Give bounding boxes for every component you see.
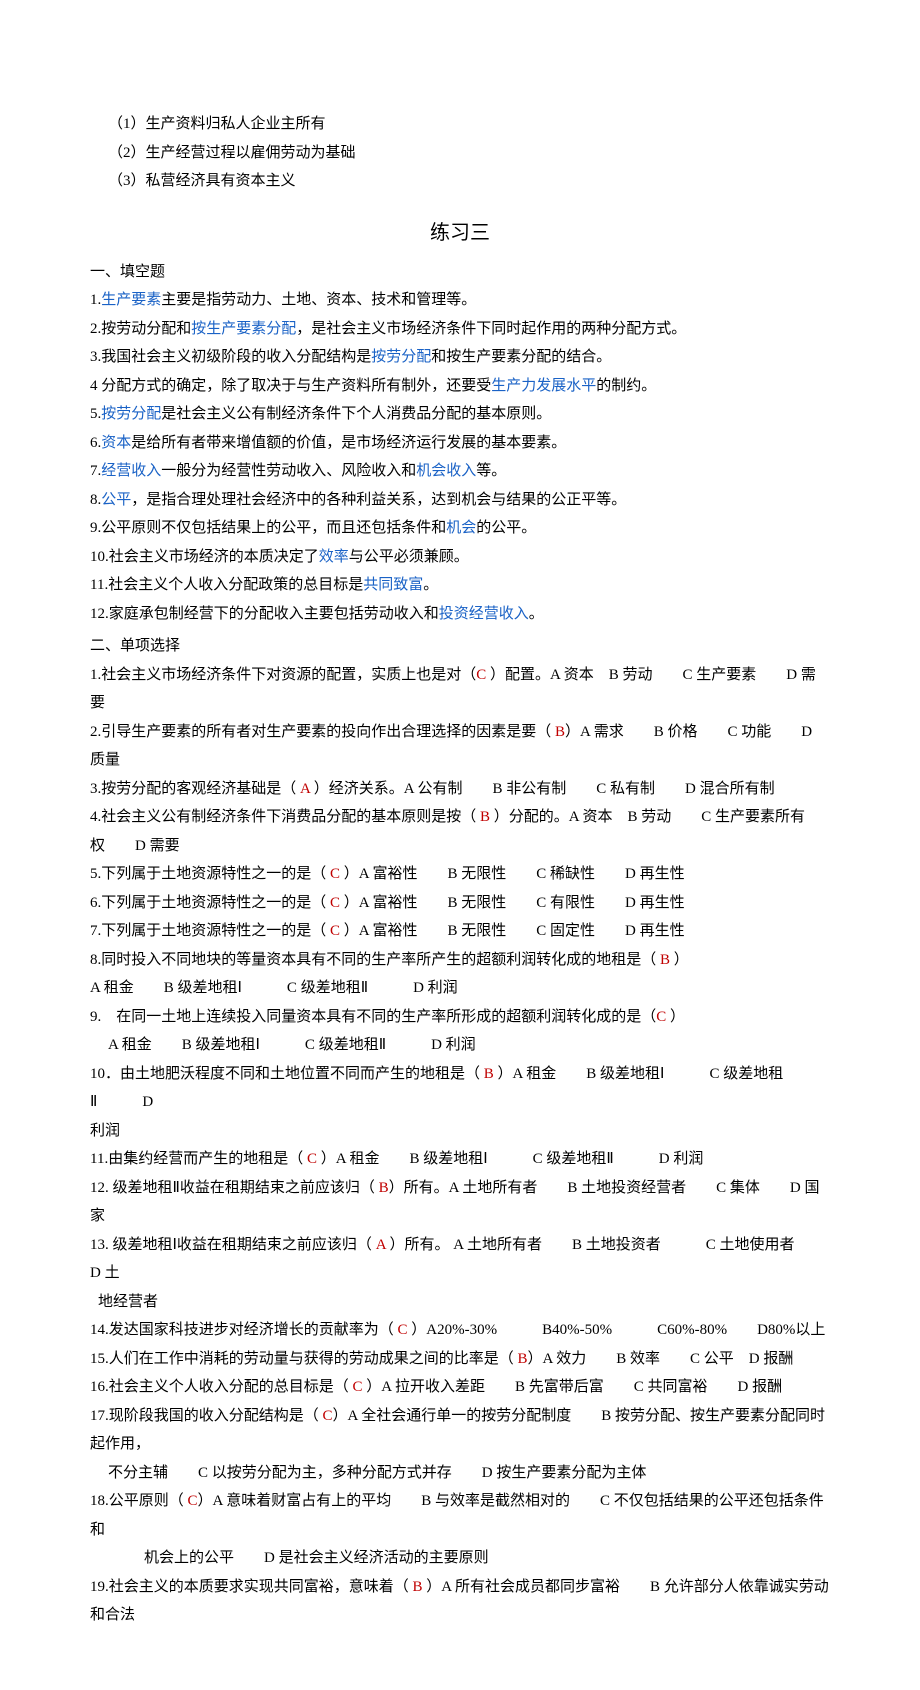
fill-blank-item: 12.家庭承包制经营下的分配收入主要包括劳动收入和投资经营收入。 <box>90 600 830 629</box>
list-item: （1）生产资料归私人企业主所有 <box>108 110 830 139</box>
mc-continuation: 不分主辅 C 以按劳分配为主，多种分配方式并存 D 按生产要素分配为主体 <box>90 1459 830 1488</box>
mc-question: 7.下列属于土地资源特性之一的是（ C ）A 富裕性 B 无限性 C 固定性 D… <box>90 917 830 946</box>
mc-question: 14.发达国家科技进步对经济增长的贡献率为（ C ）A20%-30% B40%-… <box>90 1316 830 1345</box>
fill-blank-item: 7.经营收入一般分为经营性劳动收入、风险收入和机会收入等。 <box>90 457 830 486</box>
fill-blank-item: 10.社会主义市场经济的本质决定了效率与公平必须兼顾。 <box>90 543 830 572</box>
fill-blank-item: 2.按劳动分配和按生产要素分配，是社会主义市场经济条件下同时起作用的两种分配方式… <box>90 315 830 344</box>
mc-continuation: 机会上的公平 D 是社会主义经济活动的主要原则 <box>90 1544 830 1573</box>
mc-question: 17.现阶段我国的收入分配结构是（ C）A 全社会通行单一的按劳分配制度 B 按… <box>90 1402 830 1459</box>
fill-blank-item: 4 分配方式的确定，除了取决于与生产资料所有制外，还要受生产力发展水平的制约。 <box>90 372 830 401</box>
mc-question: 1.社会主义市场经济条件下对资源的配置，实质上也是对（C ）配置。A 资本 B … <box>90 661 830 718</box>
mc-question: 15.人们在工作中消耗的劳动量与获得的劳动成果之间的比率是（ B）A 效力 B … <box>90 1345 830 1374</box>
fill-blank-item: 8.公平，是指合理处理社会经济中的各种利益关系，达到机会与结果的公正平等。 <box>90 486 830 515</box>
mc-question: 2.引导生产要素的所有者对生产要素的投向作出合理选择的因素是要（ B）A 需求 … <box>90 718 830 775</box>
mc-question: 5.下列属于土地资源特性之一的是（ C ）A 富裕性 B 无限性 C 稀缺性 D… <box>90 860 830 889</box>
fill-blank-item: 9.公平原则不仅包括结果上的公平，而且还包括条件和机会的公平。 <box>90 514 830 543</box>
mc-question: 3.按劳分配的客观经济基础是（ A ）经济关系。A 公有制 B 非公有制 C 私… <box>90 775 830 804</box>
mc-question: 12. 级差地租Ⅱ收益在租期结束之前应该归（ B）所有。A 土地所有者 B 土地… <box>90 1174 830 1231</box>
section-heading: 二、单项选择 <box>90 632 830 661</box>
mc-options: A 租金 B 级差地租Ⅰ C 级差地租Ⅱ D 利润 <box>90 974 830 1003</box>
section-heading: 一、填空题 <box>90 258 830 287</box>
mc-question: 8.同时投入不同地块的等量资本具有不同的生产率所产生的超额利润转化成的地租是（ … <box>90 946 830 975</box>
mc-question: 6.下列属于土地资源特性之一的是（ C ）A 富裕性 B 无限性 C 有限性 D… <box>90 889 830 918</box>
fill-blank-item: 6.资本是给所有者带来增值额的价值，是市场经济运行发展的基本要素。 <box>90 429 830 458</box>
mc-question: 4.社会主义公有制经济条件下消费品分配的基本原则是按（ B ）分配的。A 资本 … <box>90 803 830 860</box>
mc-question: 11.由集约经营而产生的地租是（ C ）A 租金 B 级差地租Ⅰ C 级差地租Ⅱ… <box>90 1145 830 1174</box>
mc-question: 10．由土地肥沃程度不同和土地位置不同而产生的地租是（ B ）A 租金 B 级差… <box>90 1060 830 1117</box>
list-item: （3）私营经济具有资本主义 <box>108 167 830 196</box>
fill-blank-item: 3.我国社会主义初级阶段的收入分配结构是按劳分配和按生产要素分配的结合。 <box>90 343 830 372</box>
fill-blank-item: 5.按劳分配是社会主义公有制经济条件下个人消费品分配的基本原则。 <box>90 400 830 429</box>
fill-blank-item: 11.社会主义个人收入分配政策的总目标是共同致富。 <box>90 571 830 600</box>
list-item: （2）生产经营过程以雇佣劳动为基础 <box>108 139 830 168</box>
mc-question: 9. 在同一土地上连续投入同量资本具有不同的生产率所形成的超额利润转化成的是（C… <box>90 1003 830 1032</box>
mc-continuation: 利润 <box>90 1117 830 1146</box>
mc-question: 13. 级差地租Ⅰ收益在租期结束之前应该归（ A ）所有。 A 土地所有者 B … <box>90 1231 830 1288</box>
mc-question: 16.社会主义个人收入分配的总目标是（ C ）A 拉开收入差距 B 先富带后富 … <box>90 1373 830 1402</box>
fill-blank-item: 1.生产要素主要是指劳动力、土地、资本、技术和管理等。 <box>90 286 830 315</box>
exercise-title: 练习三 <box>90 214 830 252</box>
mc-options: A 租金 B 级差地租Ⅰ C 级差地租Ⅱ D 利润 <box>90 1031 830 1060</box>
mc-question: 19.社会主义的本质要求实现共同富裕，意味着（ B ）A 所有社会成员都同步富裕… <box>90 1573 830 1630</box>
mc-question: 18.公平原则（ C）A 意味着财富占有上的平均 B 与效率是截然相对的 C 不… <box>90 1487 830 1544</box>
